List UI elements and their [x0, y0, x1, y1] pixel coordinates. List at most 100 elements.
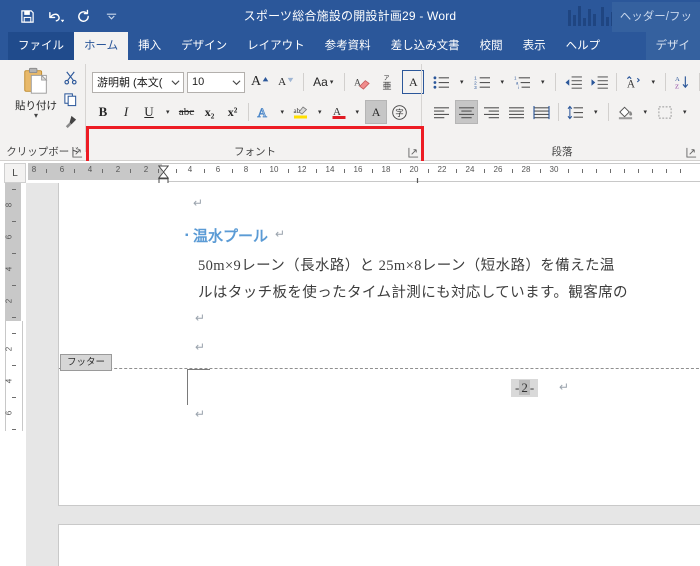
font-size-chevron-down-icon[interactable] — [230, 78, 244, 87]
paragraph-mark: ↵ — [193, 196, 204, 210]
phonetic-guide-button[interactable]: ア亜 — [377, 70, 399, 94]
ruler-label: 6 — [215, 165, 221, 174]
borders-button[interactable] — [654, 100, 676, 124]
tab-stop-selector[interactable]: L — [4, 163, 26, 183]
underline-chevron-down-icon[interactable]: ▾ — [161, 100, 175, 124]
clear-formatting-button[interactable]: A — [351, 70, 374, 94]
enclose-characters-icon: 字 — [392, 104, 407, 120]
undo-icon[interactable] — [42, 4, 68, 28]
clear-formatting-icon: A — [354, 78, 371, 90]
strikethrough-button[interactable]: abc — [176, 100, 198, 124]
sort-button[interactable]: AZ — [671, 70, 694, 94]
document-body-line: 50m×9レーン（長水路）と 25m×8レーン（短水路）を備えた温 — [198, 258, 615, 274]
shrink-font-button[interactable]: A — [275, 70, 297, 94]
bullets-button[interactable] — [430, 70, 453, 94]
font-name-chevron-down-icon[interactable] — [167, 78, 183, 87]
ruler-label: 2 — [115, 165, 121, 174]
font-name-combobox[interactable]: 游明朝 (本文( — [92, 71, 184, 93]
superscript-button[interactable]: x² — [222, 100, 244, 124]
ruler-label: 4 — [87, 165, 93, 174]
document-canvas[interactable]: ↵ ▪ 温水プール ↵ 50m×9レーン（長水路）と 25m×8レーン（短水路）… — [26, 183, 700, 566]
paste-button[interactable]: 貼り付け ▾ — [12, 66, 60, 120]
tab-file[interactable]: ファイル — [8, 32, 74, 60]
shading-chevron-down-icon[interactable]: ▾ — [639, 100, 653, 124]
tab-insert[interactable]: 挿入 — [128, 32, 171, 60]
font-dialog-launcher[interactable] — [408, 147, 419, 158]
tab-stop-marker[interactable] — [413, 174, 422, 185]
svg-text:3: 3 — [474, 85, 477, 90]
decrease-indent-button[interactable] — [561, 70, 585, 94]
bullet-list-icon — [433, 75, 449, 89]
align-center-button[interactable] — [455, 100, 478, 124]
document-page-3[interactable] — [58, 524, 700, 566]
line-spacing-chevron-down-icon[interactable]: ▾ — [589, 100, 603, 124]
paragraph-dialog-launcher[interactable] — [686, 147, 697, 158]
copy-button[interactable] — [58, 88, 82, 110]
page-number-field[interactable]: -2- — [511, 379, 539, 397]
increase-indent-button[interactable] — [587, 70, 611, 94]
distribute-button[interactable] — [530, 100, 553, 124]
ruler-label: 22 — [437, 165, 447, 174]
vruler-label: 4 — [4, 378, 14, 384]
paste-chevron-down-icon[interactable]: ▾ — [12, 112, 60, 120]
superscript-label: x² — [227, 104, 238, 119]
tab-mailings[interactable]: 差し込み文書 — [381, 32, 470, 60]
borders-chevron-down-icon[interactable]: ▾ — [678, 100, 692, 124]
format-painter-button[interactable] — [58, 110, 82, 132]
tab-references[interactable]: 参考資料 — [315, 32, 381, 60]
divider — [344, 73, 346, 91]
font-color-chevron-down-icon[interactable]: ▾ — [351, 100, 365, 124]
cut-button[interactable] — [58, 66, 82, 88]
enclose-characters-button[interactable]: 字 — [388, 100, 411, 124]
horizontal-ruler[interactable]: L 8 6 4 2 2 4 6 8 10 12 14 16 18 20 22 2… — [0, 161, 700, 186]
multilevel-chevron-down-icon[interactable]: ▾ — [536, 70, 550, 94]
grow-font-label: A — [251, 74, 262, 89]
highlight-chevron-down-icon[interactable]: ▾ — [313, 100, 327, 124]
tab-home[interactable]: ホーム — [74, 32, 129, 60]
grow-font-button[interactable]: A — [248, 70, 272, 94]
divider — [607, 103, 609, 121]
customize-quick-access-chevron-down-icon[interactable] — [98, 4, 124, 28]
tab-header-footer-design[interactable]: デザイ — [646, 32, 700, 60]
horizontal-ruler-track[interactable]: 8 6 4 2 2 4 6 8 10 12 14 16 18 20 22 24 … — [28, 163, 700, 185]
phonetic-sort-button[interactable]: A — [622, 70, 645, 94]
left-indent-marker[interactable] — [158, 175, 169, 186]
font-size-combobox[interactable]: 10 — [187, 71, 245, 93]
numbering-chevron-down-icon[interactable]: ▾ — [496, 70, 510, 94]
align-left-icon — [434, 106, 449, 118]
bullets-chevron-down-icon[interactable]: ▾ — [455, 70, 469, 94]
align-left-button[interactable] — [430, 100, 453, 124]
tab-review[interactable]: 校閲 — [470, 32, 513, 60]
redo-icon[interactable] — [70, 4, 96, 28]
change-case-label: Aa — [313, 75, 328, 89]
tab-help[interactable]: ヘルプ — [556, 32, 611, 60]
italic-button[interactable]: I — [115, 100, 137, 124]
vertical-ruler[interactable]: 8 6 4 2 2 4 6 — [0, 183, 26, 566]
asian-layout-chevron-down-icon[interactable]: ▾ — [647, 70, 661, 94]
paragraph-mark: ↵ — [195, 407, 206, 421]
font-name-value: 游明朝 (本文( — [97, 77, 163, 89]
text-effects-chevron-down-icon[interactable]: ▾ — [276, 100, 290, 124]
text-effects-button[interactable]: A — [253, 100, 275, 124]
character-shading-button[interactable]: A — [365, 100, 388, 124]
tab-design[interactable]: デザイン — [171, 32, 237, 60]
underline-button[interactable]: U — [138, 100, 160, 124]
subscript-button[interactable]: x₂ — [199, 100, 221, 124]
align-right-button[interactable] — [480, 100, 503, 124]
footer-tag[interactable]: フッター — [60, 354, 113, 371]
clipboard-dialog-launcher[interactable] — [72, 147, 83, 158]
document-page-2[interactable]: ↵ ▪ 温水プール ↵ 50m×9レーン（長水路）と 25m×8レーン（短水路）… — [58, 183, 700, 506]
tab-layout[interactable]: レイアウト — [237, 32, 315, 60]
save-icon[interactable] — [14, 4, 40, 28]
multilevel-list-button[interactable]: 1ai — [511, 70, 534, 94]
bold-button[interactable]: B — [92, 100, 114, 124]
shading-button[interactable] — [614, 100, 637, 124]
font-color-button[interactable]: A — [328, 100, 350, 124]
numbering-button[interactable]: 123 — [471, 70, 494, 94]
justify-button[interactable] — [505, 100, 528, 124]
line-spacing-button[interactable] — [564, 100, 587, 124]
change-case-chevron-down-icon[interactable]: ▾ — [328, 78, 336, 86]
change-case-button[interactable]: Aa ▾ — [310, 70, 338, 94]
tab-view[interactable]: 表示 — [513, 32, 556, 60]
text-highlight-color-button[interactable]: ab — [290, 100, 312, 124]
